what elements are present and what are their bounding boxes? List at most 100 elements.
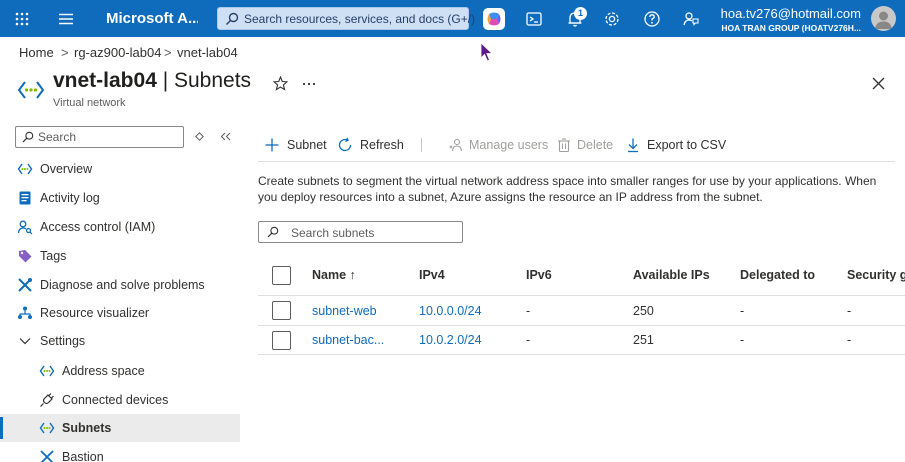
sidebar-item-bastion[interactable]: Bastion: [0, 443, 240, 462]
cloud-shell-icon[interactable]: [524, 9, 544, 29]
subnet-name-link[interactable]: subnet-bac...: [312, 333, 384, 347]
search-icon: [226, 12, 239, 25]
vnet-icon: [39, 365, 55, 377]
breadcrumb-vnet[interactable]: vnet-lab04: [177, 45, 238, 60]
global-search-input[interactable]: Search resources, services, and docs (G+…: [217, 7, 475, 30]
sidebar-item-resource-visualizer[interactable]: Resource visualizer: [0, 299, 240, 327]
copilot-icon: [487, 12, 501, 26]
export-csv-button[interactable]: Export to CSV: [625, 137, 726, 153]
sidebar-item-tags[interactable]: Tags: [0, 242, 240, 270]
chevron-down-icon: [19, 338, 31, 345]
row-checkbox[interactable]: [272, 331, 291, 350]
download-icon: [628, 138, 638, 153]
subnet-name-link[interactable]: subnet-web: [312, 304, 377, 318]
sidebar-item-label: Address space: [62, 364, 145, 378]
subnet-delegated-to: -: [740, 304, 745, 318]
manage-users-button[interactable]: Manage users: [448, 137, 548, 153]
column-header-security-group[interactable]: Security gr: [847, 268, 905, 282]
trash-icon: [558, 138, 570, 153]
title-separator: |: [156, 69, 174, 92]
sidebar-item-address-space[interactable]: Address space: [0, 357, 240, 385]
page-description: Create subnets to segment the virtual ne…: [258, 174, 877, 204]
expand-collapse-icon[interactable]: [195, 132, 204, 141]
sidebar-item-iam[interactable]: Access control (IAM): [0, 213, 240, 241]
sidebar-item-connected-devices[interactable]: Connected devices: [0, 386, 240, 414]
row-checkbox[interactable]: [272, 301, 291, 320]
subnet-available-ips: 251: [633, 333, 654, 347]
column-header-ipv6[interactable]: IPv6: [526, 268, 552, 282]
more-options-icon[interactable]: [302, 82, 316, 86]
breadcrumb-separator: >: [164, 45, 172, 60]
subnet-security-group: -: [847, 304, 852, 318]
sidebar-search-placeholder: Search: [38, 130, 77, 144]
sidebar-item-activity-log[interactable]: Activity log: [0, 184, 240, 212]
sidebar-item-label: Resource visualizer: [40, 306, 150, 320]
subnet-delegated-to: -: [740, 333, 745, 347]
mouse-cursor-icon: [480, 42, 493, 62]
sidebar-item-overview[interactable]: Overview: [0, 155, 240, 183]
subnet-ipv6: -: [526, 304, 531, 318]
sidebar-item-diagnose[interactable]: Diagnose and solve problems: [0, 271, 240, 299]
portal-brand[interactable]: Microsoft A...: [106, 10, 198, 27]
column-header-available-ips[interactable]: Available IPs: [633, 268, 710, 282]
iam-icon: [17, 220, 33, 235]
help-icon[interactable]: [642, 9, 662, 29]
sidebar-group-settings[interactable]: Settings: [0, 327, 240, 355]
sidebar-item-label: Access control (IAM): [40, 220, 156, 234]
page-subtitle: Virtual network: [53, 97, 126, 109]
column-header-ipv4[interactable]: IPv4: [419, 268, 445, 282]
global-search-placeholder: Search resources, services, and docs (G+…: [244, 12, 476, 26]
subnet-search-placeholder: Search subnets: [291, 226, 375, 240]
settings-gear-icon[interactable]: [602, 9, 622, 29]
page-name: Subnets: [174, 69, 252, 92]
vnet-icon: [17, 81, 45, 99]
sidebar-item-label: Connected devices: [62, 393, 169, 407]
delete-button[interactable]: Delete: [556, 137, 614, 153]
refresh-button[interactable]: Refresh: [337, 137, 404, 153]
sidebar-item-label: Diagnose and solve problems: [40, 278, 205, 292]
subnet-available-ips: 250: [633, 304, 654, 318]
column-header-delegated-to[interactable]: Delegated to: [740, 268, 815, 282]
collapse-sidebar-icon[interactable]: [220, 132, 231, 141]
search-icon: [22, 131, 34, 143]
column-header-name[interactable]: Name ↑: [312, 268, 356, 282]
subnet-ipv4-link[interactable]: 10.0.0.0/24: [419, 304, 482, 318]
breadcrumb-home[interactable]: Home: [19, 45, 54, 60]
add-subnet-button[interactable]: Subnet: [264, 137, 328, 153]
close-icon[interactable]: [872, 77, 885, 90]
account-email[interactable]: hoa.tv276@hotmail.com: [708, 6, 861, 21]
sidebar-item-label: Subnets: [62, 421, 112, 435]
refresh-icon: [338, 137, 352, 152]
row-divider: [258, 295, 905, 296]
breadcrumb-resource-group[interactable]: rg-az900-lab04: [74, 45, 161, 60]
feedback-icon[interactable]: [681, 9, 701, 29]
notification-count-badge: 1: [574, 7, 587, 20]
search-icon: [267, 226, 279, 238]
plug-icon: [40, 393, 54, 407]
app-launcher-icon[interactable]: [14, 11, 30, 27]
manage-users-icon: [449, 138, 463, 152]
subnet-ipv4-link[interactable]: 10.0.2.0/24: [419, 333, 482, 347]
toolbar-separator: [258, 161, 895, 162]
tag-icon: [19, 250, 32, 263]
favorite-star-icon[interactable]: [273, 76, 288, 91]
select-all-checkbox[interactable]: [272, 266, 291, 285]
subnet-search-input[interactable]: Search subnets: [258, 221, 463, 243]
copilot-button[interactable]: [483, 8, 505, 30]
sidebar-item-label: Settings: [40, 334, 86, 348]
avatar[interactable]: [871, 6, 896, 31]
sidebar-search-input[interactable]: Search: [15, 126, 184, 148]
visualizer-icon: [18, 306, 32, 319]
user-icon: [875, 11, 892, 29]
add-subnet-label: Subnet: [287, 138, 327, 152]
sidebar-item-label: Overview: [40, 162, 93, 176]
export-csv-label: Export to CSV: [647, 138, 727, 152]
delete-label: Delete: [577, 138, 614, 152]
menu-icon[interactable]: [58, 11, 74, 27]
vnet-icon: [17, 163, 33, 175]
bastion-icon: [40, 450, 54, 462]
plus-icon: [265, 138, 279, 152]
subnet-security-group: -: [847, 333, 852, 347]
sidebar-item-subnets[interactable]: Subnets: [0, 414, 240, 442]
account-directory[interactable]: HOA TRAN GROUP (HOATV276H...: [700, 23, 861, 33]
